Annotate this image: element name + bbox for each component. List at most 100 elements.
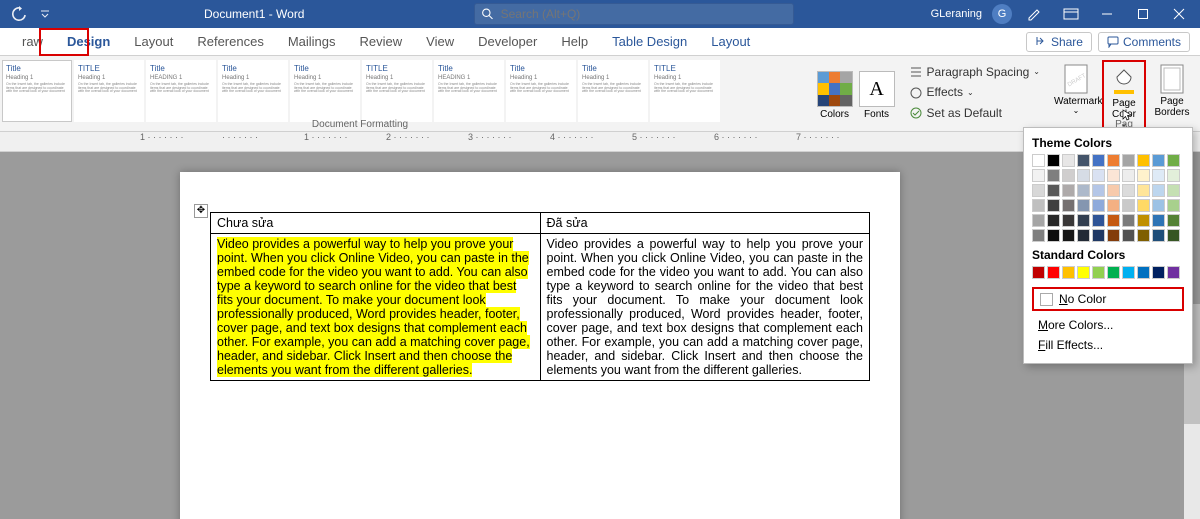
color-swatch[interactable] — [1152, 169, 1165, 182]
fonts-button[interactable]: A Fonts — [859, 71, 895, 120]
tab-table-design[interactable]: Table Design — [600, 30, 699, 53]
color-swatch[interactable] — [1032, 229, 1045, 242]
color-swatch[interactable] — [1167, 199, 1180, 212]
color-swatch[interactable] — [1077, 229, 1090, 242]
color-swatch[interactable] — [1137, 229, 1150, 242]
close-button[interactable] — [1162, 0, 1196, 28]
minimize-button[interactable] — [1090, 0, 1124, 28]
color-swatch[interactable] — [1062, 169, 1075, 182]
color-swatch[interactable] — [1167, 184, 1180, 197]
color-swatch[interactable] — [1167, 214, 1180, 227]
color-swatch[interactable] — [1122, 199, 1135, 212]
color-swatch[interactable] — [1032, 214, 1045, 227]
user-avatar[interactable]: G — [992, 4, 1012, 24]
color-swatch[interactable] — [1152, 199, 1165, 212]
color-swatch[interactable] — [1092, 266, 1105, 279]
autosave-toggle[interactable] — [8, 3, 30, 25]
color-swatch[interactable] — [1092, 169, 1105, 182]
color-swatch[interactable] — [1092, 184, 1105, 197]
style-thumb[interactable]: TITLEHeading 1On the Insert tab, the gal… — [362, 60, 432, 122]
style-thumb[interactable]: TitleHeading 1On the Insert tab, the gal… — [506, 60, 576, 122]
color-swatch[interactable] — [1152, 229, 1165, 242]
color-swatch[interactable] — [1047, 169, 1060, 182]
document-area[interactable]: ✥ Chưa sửa Đã sửa Video provides a power… — [0, 152, 1200, 519]
tab-mailings[interactable]: Mailings — [276, 30, 348, 53]
color-swatch[interactable] — [1047, 214, 1060, 227]
color-swatch[interactable] — [1122, 169, 1135, 182]
effects-button[interactable]: Effects ⌄ — [909, 82, 1040, 102]
more-colors-option[interactable]: More Colors... — [1032, 315, 1184, 335]
color-swatch[interactable] — [1107, 229, 1120, 242]
color-swatch[interactable] — [1107, 169, 1120, 182]
tab-references[interactable]: References — [185, 30, 275, 53]
tab-design[interactable]: Design — [55, 30, 122, 53]
color-swatch[interactable] — [1152, 266, 1165, 279]
color-swatch[interactable] — [1152, 154, 1165, 167]
color-swatch[interactable] — [1137, 199, 1150, 212]
color-swatch[interactable] — [1167, 229, 1180, 242]
document-formatting-gallery[interactable]: TitleHeading 1On the Insert tab, the gal… — [0, 56, 811, 131]
tab-help[interactable]: Help — [549, 30, 600, 53]
style-thumb[interactable]: TitleHeading 1On the Insert tab, the gal… — [578, 60, 648, 122]
color-swatch[interactable] — [1062, 199, 1075, 212]
color-swatch[interactable] — [1137, 214, 1150, 227]
color-swatch[interactable] — [1122, 266, 1135, 279]
color-swatch[interactable] — [1077, 154, 1090, 167]
color-swatch[interactable] — [1077, 169, 1090, 182]
color-swatch[interactable] — [1092, 199, 1105, 212]
color-swatch[interactable] — [1167, 154, 1180, 167]
color-swatch[interactable] — [1047, 229, 1060, 242]
color-swatch[interactable] — [1137, 184, 1150, 197]
tab-layout[interactable]: Layout — [122, 30, 185, 53]
color-swatch[interactable] — [1122, 154, 1135, 167]
color-swatch[interactable] — [1077, 184, 1090, 197]
tab-layout[interactable]: Layout — [699, 30, 762, 53]
color-swatch[interactable] — [1092, 214, 1105, 227]
color-swatch[interactable] — [1137, 266, 1150, 279]
set-as-default-button[interactable]: Set as Default — [909, 103, 1040, 123]
color-swatch[interactable] — [1032, 266, 1045, 279]
tab-raw[interactable]: raw — [10, 30, 55, 53]
color-swatch[interactable] — [1092, 229, 1105, 242]
ribbon-display-icon[interactable] — [1054, 0, 1088, 28]
style-thumb[interactable]: TitleHeading 1On the Insert tab, the gal… — [2, 60, 72, 122]
color-swatch[interactable] — [1137, 169, 1150, 182]
table-header-left[interactable]: Chưa sửa — [211, 213, 541, 234]
color-swatch[interactable] — [1107, 184, 1120, 197]
style-thumb[interactable]: TITLEHeading 1On the Insert tab, the gal… — [650, 60, 720, 122]
color-swatch[interactable] — [1062, 229, 1075, 242]
color-swatch[interactable] — [1062, 184, 1075, 197]
table-cell-right[interactable]: Video provides a powerful way to help yo… — [540, 234, 870, 381]
word-table[interactable]: Chưa sửa Đã sửa Video provides a powerfu… — [210, 212, 870, 381]
style-thumb[interactable]: TitleHeading 1On the Insert tab, the gal… — [218, 60, 288, 122]
color-swatch[interactable] — [1167, 169, 1180, 182]
style-thumb[interactable]: TitleHEADING 1On the Insert tab, the gal… — [146, 60, 216, 122]
color-swatch[interactable] — [1167, 266, 1180, 279]
color-swatch[interactable] — [1092, 154, 1105, 167]
no-color-option[interactable]: No Color — [1032, 287, 1184, 311]
color-swatch[interactable] — [1107, 266, 1120, 279]
color-swatch[interactable] — [1062, 266, 1075, 279]
color-swatch[interactable] — [1032, 169, 1045, 182]
color-swatch[interactable] — [1152, 184, 1165, 197]
style-thumb[interactable]: TitleHeading 1On the Insert tab, the gal… — [290, 60, 360, 122]
color-swatch[interactable] — [1032, 184, 1045, 197]
color-swatch[interactable] — [1077, 214, 1090, 227]
fill-effects-option[interactable]: Fill Effects... — [1032, 335, 1184, 355]
color-swatch[interactable] — [1047, 184, 1060, 197]
color-swatch[interactable] — [1107, 154, 1120, 167]
color-swatch[interactable] — [1032, 154, 1045, 167]
colors-button[interactable]: Colors — [817, 71, 853, 120]
color-swatch[interactable] — [1047, 154, 1060, 167]
share-button[interactable]: Share — [1026, 32, 1092, 52]
color-swatch[interactable] — [1137, 154, 1150, 167]
tab-developer[interactable]: Developer — [466, 30, 549, 53]
color-swatch[interactable] — [1047, 266, 1060, 279]
table-move-handle[interactable]: ✥ — [194, 204, 208, 218]
search-input[interactable] — [501, 7, 788, 21]
color-swatch[interactable] — [1107, 214, 1120, 227]
comments-button[interactable]: Comments — [1098, 32, 1190, 52]
color-swatch[interactable] — [1152, 214, 1165, 227]
horizontal-ruler[interactable]: 1 · · · · · · · · · · · · · ·1 · · · · ·… — [0, 132, 1200, 152]
color-swatch[interactable] — [1122, 229, 1135, 242]
